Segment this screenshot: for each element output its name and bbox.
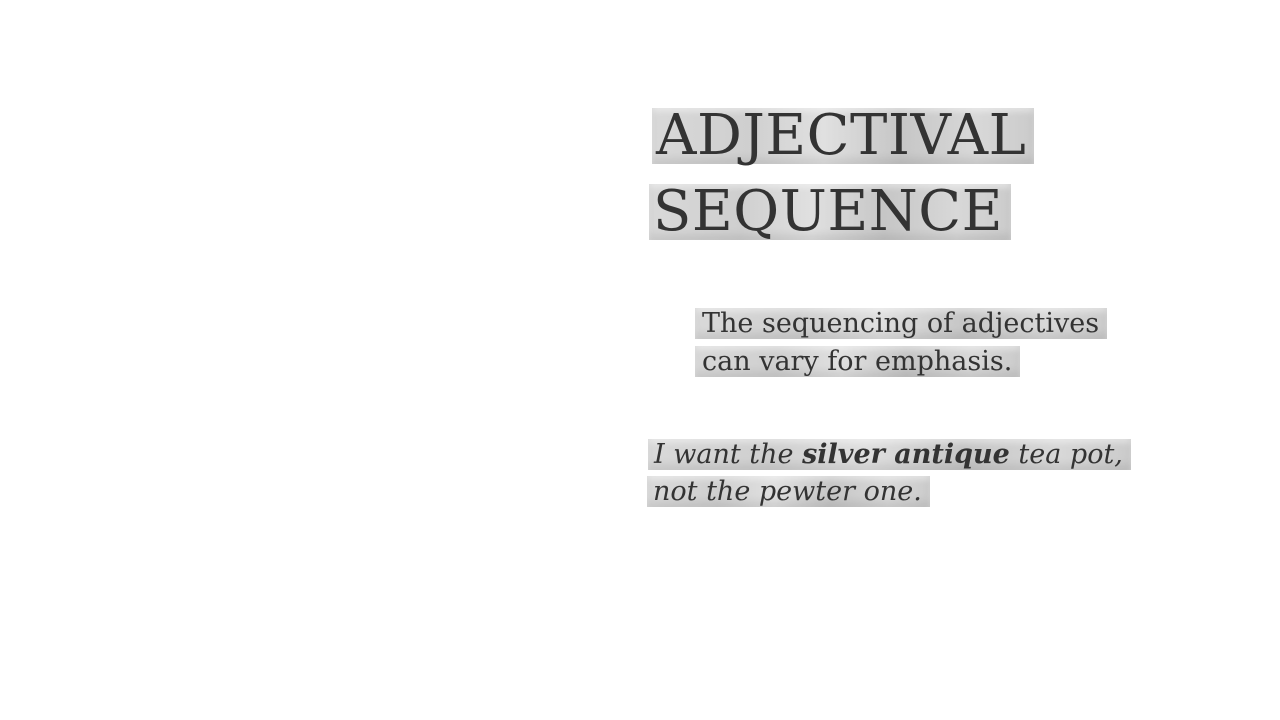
- slide-title-line-2: SEQUENCE: [649, 184, 1011, 240]
- body-text-line-1: The sequencing of adjectives: [695, 308, 1108, 339]
- example-sentence-line-2: not the pewter one.: [647, 476, 930, 507]
- example-text-after: tea pot,: [1009, 439, 1123, 470]
- example-sentence-line-1: I want the silver antique tea pot,: [648, 439, 1131, 470]
- slide: ADJECTIVAL SEQUENCE The sequencing of ad…: [0, 0, 1280, 720]
- example-emphasis: silver antique: [802, 439, 1010, 470]
- body-text-line-2: can vary for emphasis.: [695, 346, 1021, 377]
- example-text-before: I want the: [654, 439, 803, 470]
- slide-title-line-1: ADJECTIVAL: [652, 108, 1035, 164]
